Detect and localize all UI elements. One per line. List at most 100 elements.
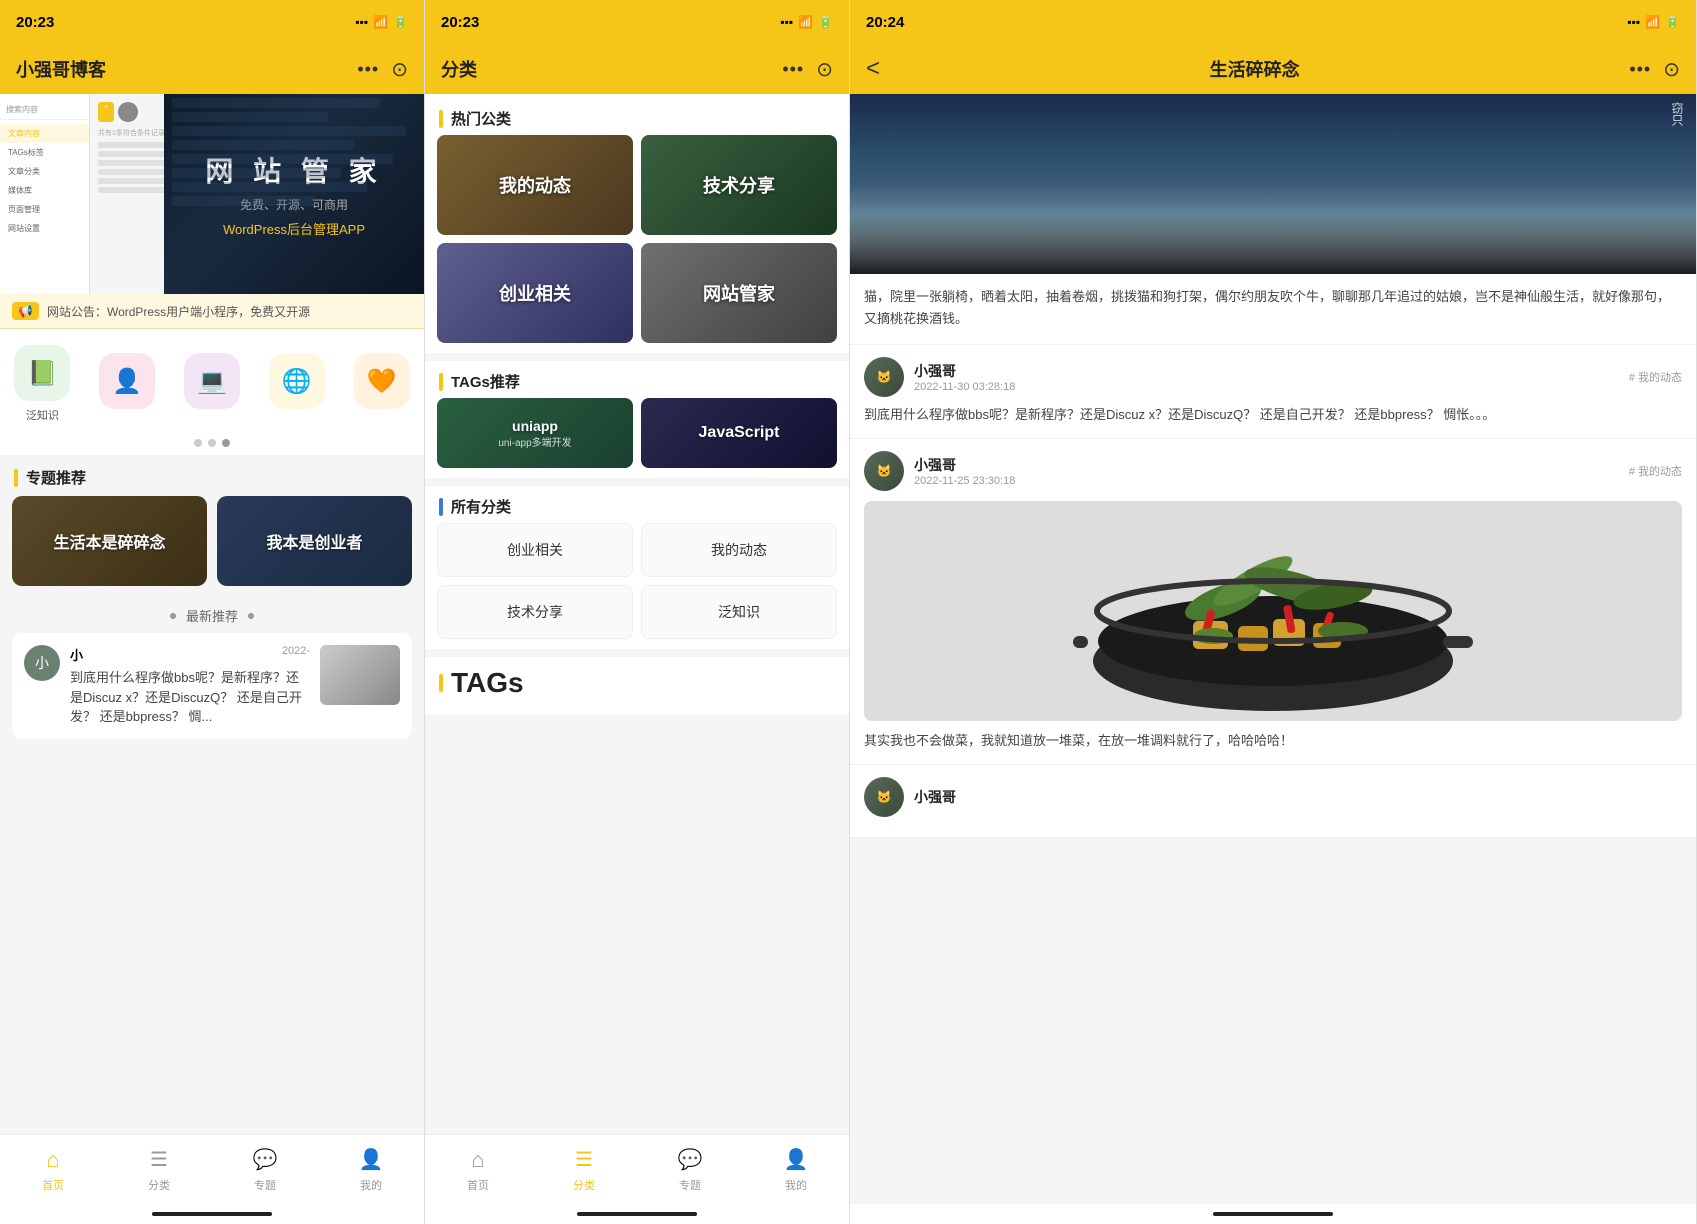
food-svg xyxy=(864,501,1682,721)
nav-actions-1[interactable]: ••• ⊙ xyxy=(357,57,408,82)
all-cats-accent xyxy=(439,498,443,516)
tab-category-1[interactable]: ☰ 分类 xyxy=(146,1147,172,1193)
all-cat-tech[interactable]: 技术分享 xyxy=(437,585,633,639)
tab-topic-2[interactable]: 💬 专题 xyxy=(677,1147,703,1193)
tag-card-uniapp[interactable]: uniapp uni-app多端开发 xyxy=(437,398,633,468)
code-line-7 xyxy=(172,182,367,192)
admin-sidebar-item-tags[interactable]: TAGs标签 xyxy=(0,143,89,162)
article-date-1: 2022- xyxy=(282,645,310,664)
tab-my-2[interactable]: 👤 我的 xyxy=(783,1147,809,1193)
tab-category-icon-1: ☰ xyxy=(146,1147,172,1173)
nav-bar-1: 小强哥博客 ••• ⊙ xyxy=(0,44,424,94)
tag-uniapp-sublabel: uni-app多端开发 xyxy=(498,434,571,449)
post-card-1: 🐱 小强哥 2022-11-30 03:28:18 # 我的动态 到底用什么程序… xyxy=(850,345,1696,439)
nav-actions-3[interactable]: ••• ⊙ xyxy=(1629,57,1680,82)
all-cat-startup[interactable]: 创业相关 xyxy=(437,523,633,577)
article-avatar-1: 小 xyxy=(24,645,60,681)
post-text-1: 到底用什么程序做bbs呢？是新程序？还是Discuz x？还是DiscuzQ？ … xyxy=(864,405,1682,426)
battery-icon: 🔋 xyxy=(393,15,408,29)
icon-item-knowledge[interactable]: 📗 泛知识 xyxy=(14,345,70,423)
target-icon-3[interactable]: ⊙ xyxy=(1663,57,1680,82)
admin-sidebar-item-media[interactable]: 媒体库 xyxy=(0,181,89,200)
tab-home-2[interactable]: ⌂ 首页 xyxy=(465,1147,491,1193)
tags-rec-header: TAGs推荐 xyxy=(425,361,849,398)
more-icon-2[interactable]: ••• xyxy=(782,59,804,80)
more-icon-1[interactable]: ••• xyxy=(357,59,379,80)
code-line-6 xyxy=(172,168,341,178)
post-avatar-3: 🐱 xyxy=(864,777,904,817)
code-bg xyxy=(164,94,424,294)
all-cat-knowledge[interactable]: 泛知识 xyxy=(641,585,837,639)
icon-web: 🌐 xyxy=(269,353,325,409)
nav-actions-2[interactable]: ••• ⊙ xyxy=(782,57,833,82)
icon-heart: 🧡 xyxy=(354,353,410,409)
target-icon-1[interactable]: ⊙ xyxy=(391,57,408,82)
admin-sidebar-item-posts[interactable]: 文章内容 xyxy=(0,124,89,143)
screen1-content: 搜索内容 文章内容 TAGs标签 文章分类 媒体库 页面管理 网站设置 + 共有… xyxy=(0,94,424,1134)
post-tag-1: # 我的动态 xyxy=(1629,369,1682,385)
tab-category-label-2: 分类 xyxy=(573,1177,595,1193)
icon-item-web[interactable]: 🌐 xyxy=(269,353,325,415)
tab-topic-label-1: 专题 xyxy=(254,1177,276,1193)
admin-add-btn[interactable]: + xyxy=(98,102,114,122)
dot-1 xyxy=(194,439,202,447)
post-card-2: 🐱 小强哥 2022-11-25 23:30:18 # 我的动态 xyxy=(850,439,1696,765)
tab-my-1[interactable]: 👤 我的 xyxy=(358,1147,384,1193)
tab-topic-1[interactable]: 💬 专题 xyxy=(252,1147,278,1193)
special-cards-row: 生活本是碎碎念 我本是创业者 xyxy=(0,496,424,596)
notice-text: 网站公告：WordPress用户端小程序，免费又开源 xyxy=(47,303,310,320)
cat-card-manager[interactable]: 网站管家 xyxy=(641,243,837,343)
status-time-2: 20:23 xyxy=(441,14,479,31)
intro-text: 猫，院里一张躺椅，晒着太阳，抽着卷烟，挑拨猫和狗打架，偶尔约朋友吹个牛，聊聊那几… xyxy=(864,286,1682,330)
more-icon-3[interactable]: ••• xyxy=(1629,59,1651,80)
screen1-blog: 20:23 ▪▪▪ 📶 🔋 小强哥博客 ••• ⊙ 搜索内容 文章内容 TAGs… xyxy=(0,0,425,1224)
tab-home-label-1: 首页 xyxy=(42,1177,64,1193)
admin-sidebar-item-pages[interactable]: 页面管理 xyxy=(0,200,89,219)
tag-card-js[interactable]: JavaScript xyxy=(641,398,837,468)
article-content-1: 小 2022- 到底用什么程序做bbs呢？是新程序？还是Discuz x？还是D… xyxy=(70,645,310,727)
hot-section-header: 热门公类 xyxy=(425,100,849,135)
tab-category-2[interactable]: ☰ 分类 xyxy=(571,1147,597,1193)
nav-title-2: 分类 xyxy=(441,56,477,82)
admin-sidebar-item-site[interactable]: 网站设置 xyxy=(0,219,89,238)
icon-code: 💻 xyxy=(184,353,240,409)
icon-item-code[interactable]: 💻 xyxy=(184,353,240,415)
tab-home-1[interactable]: ⌂ 首页 xyxy=(40,1147,66,1193)
dot-2 xyxy=(208,439,216,447)
tags-bottom-title: TAGs xyxy=(451,667,524,699)
tab-home-icon-2: ⌂ xyxy=(465,1147,491,1173)
icon-row: 📗 泛知识 👤 💻 🌐 🧡 xyxy=(0,329,424,431)
feature-card-life-label: 生活本是碎碎念 xyxy=(53,529,165,553)
post-meta-2: 小强哥 2022-11-25 23:30:18 xyxy=(914,455,1619,487)
icon-item-heart[interactable]: 🧡 xyxy=(354,353,410,415)
tags-bottom-section: TAGs xyxy=(425,657,849,715)
admin-avatar xyxy=(118,102,138,122)
notice-icon: 📢 xyxy=(12,302,39,320)
cat-card-dynamic[interactable]: 我的动态 xyxy=(437,135,633,235)
article-card-1[interactable]: 小 小 2022- 到底用什么程序做bbs呢？是新程序？还是Discuz x？还… xyxy=(12,633,412,739)
life-header-image: 碎碎念的生活 窃只 xyxy=(850,94,1696,274)
feature-card-startup[interactable]: 我本是创业者 xyxy=(217,496,412,586)
cat-label-dynamic: 我的动态 xyxy=(499,172,571,198)
admin-sidebar-item-cat[interactable]: 文章分类 xyxy=(0,162,89,181)
target-icon-2[interactable]: ⊙ xyxy=(816,57,833,82)
tab-topic-icon-2: 💬 xyxy=(677,1147,703,1173)
icon-item-user[interactable]: 👤 xyxy=(99,353,155,415)
wifi-icon: 📶 xyxy=(373,15,388,29)
tab-my-icon-1: 👤 xyxy=(358,1147,384,1173)
cat-card-startup[interactable]: 创业相关 xyxy=(437,243,633,343)
hot-section-title: 热门公类 xyxy=(451,108,511,129)
all-cat-dynamic[interactable]: 我的动态 xyxy=(641,523,837,577)
nav-bar-2: 分类 ••• ⊙ xyxy=(425,44,849,94)
feature-card-life[interactable]: 生活本是碎碎念 xyxy=(12,496,207,586)
cat-card-tech[interactable]: 技术分享 xyxy=(641,135,837,235)
post-author-1: 小强哥 xyxy=(914,361,1619,381)
signal-icon-2: ▪▪▪ xyxy=(780,15,793,29)
back-button-3[interactable]: < xyxy=(866,55,880,83)
post-avatar-2: 🐱 xyxy=(864,451,904,491)
special-section-title: 专题推荐 xyxy=(26,467,86,488)
all-cats-header: 所有分类 xyxy=(425,486,849,523)
cat-label-manager: 网站管家 xyxy=(703,280,775,306)
special-section-header: 专题推荐 xyxy=(0,455,424,496)
tags-bottom-header: TAGs xyxy=(425,657,849,705)
